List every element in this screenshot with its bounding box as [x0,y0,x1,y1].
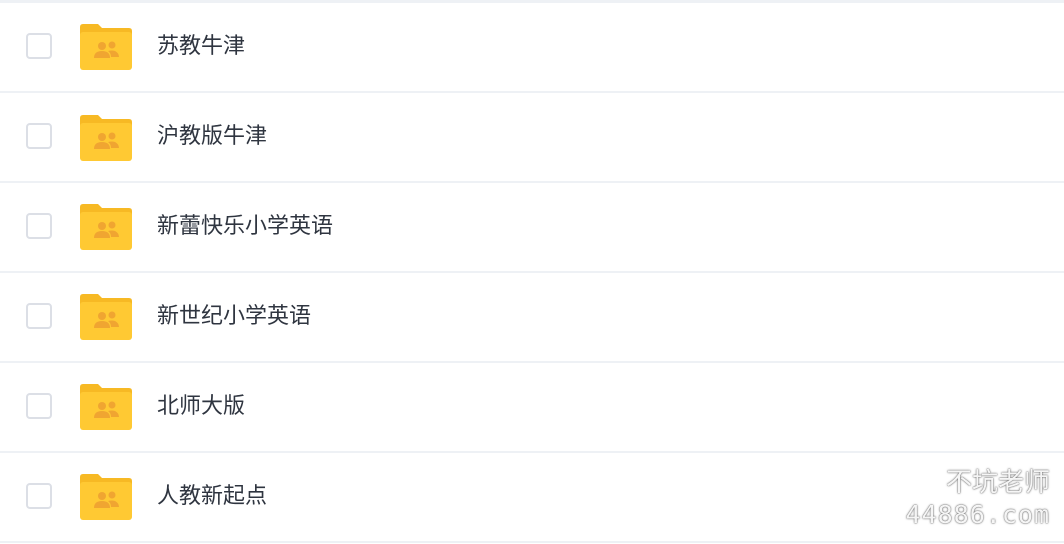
item-label[interactable]: 苏教牛津 [157,32,245,62]
row-checkbox[interactable] [26,393,52,419]
shared-folder-icon [80,24,132,70]
item-label[interactable]: 新蕾快乐小学英语 [157,212,333,242]
list-item[interactable]: 人教新起点 [0,453,1064,543]
list-item[interactable]: 北师大版 [0,363,1064,453]
row-checkbox[interactable] [26,213,52,239]
row-checkbox[interactable] [26,33,52,59]
item-label[interactable]: 沪教版牛津 [157,122,267,152]
shared-folder-icon [80,384,132,430]
row-checkbox[interactable] [26,123,52,149]
list-item[interactable]: 新世纪小学英语 [0,273,1064,363]
file-list: 苏教牛津 沪教版牛津 新蕾快乐小学英语 新世纪小学英语 北师大版 人教新起点 不… [0,0,1064,544]
shared-folder-icon [80,204,132,250]
item-label[interactable]: 新世纪小学英语 [157,302,311,332]
row-checkbox[interactable] [26,483,52,509]
shared-folder-icon [80,115,132,161]
shared-folder-icon [80,474,132,520]
list-item[interactable]: 沪教版牛津 [0,93,1064,183]
row-checkbox[interactable] [26,303,52,329]
item-label[interactable]: 人教新起点 [157,482,267,512]
shared-folder-icon [80,294,132,340]
list-item[interactable]: 新蕾快乐小学英语 [0,183,1064,273]
list-item[interactable]: 苏教牛津 [0,3,1064,93]
item-label[interactable]: 北师大版 [157,392,245,422]
